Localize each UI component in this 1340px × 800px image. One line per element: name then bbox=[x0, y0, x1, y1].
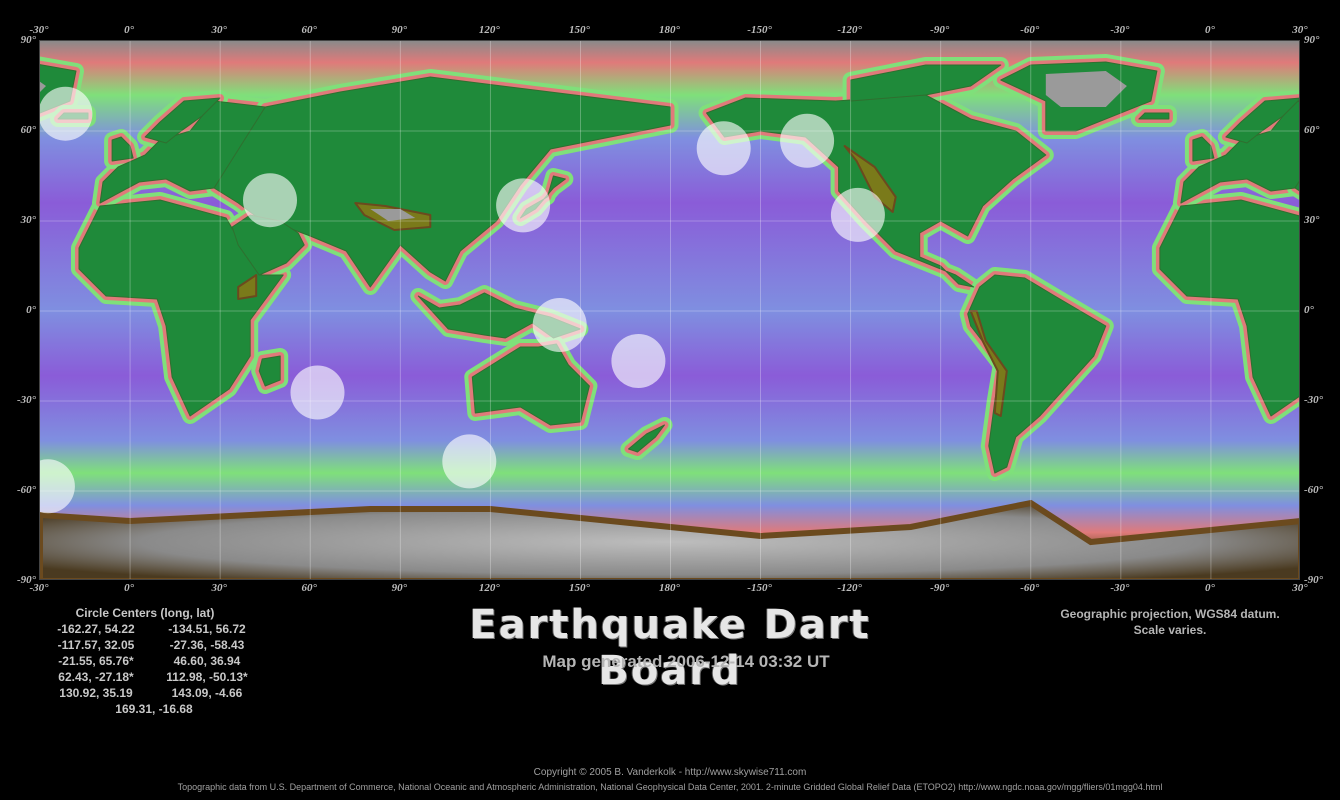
earthquake-circle-marker bbox=[496, 178, 551, 233]
map-canvas bbox=[40, 41, 1299, 579]
circle-center-cell: 143.09, -4.66 bbox=[171, 686, 243, 700]
top-axis-label: 150° bbox=[568, 24, 590, 36]
top-axis-label: -90° bbox=[930, 24, 950, 36]
right-axis-label: -90° bbox=[1304, 574, 1324, 586]
earthquake-circle-marker bbox=[532, 298, 587, 352]
circle-center-cell: 130.92, 35.19 bbox=[59, 686, 133, 700]
earthquake-circle-marker bbox=[696, 121, 751, 176]
data-source-line: Topographic data from U.S. Department of… bbox=[177, 782, 1163, 792]
bottom-axis-label: 120° bbox=[478, 582, 500, 594]
earthquake-circle-marker bbox=[442, 434, 497, 489]
top-axis-label: -120° bbox=[837, 24, 862, 36]
bottom-axis-label: -120° bbox=[837, 582, 862, 594]
scale-line: Scale varies. bbox=[1133, 623, 1207, 637]
top-axis-label: 0° bbox=[124, 24, 135, 36]
bottom-axis-label: -150° bbox=[747, 582, 772, 594]
left-axis-label: 90° bbox=[20, 34, 36, 46]
iceland-landmass bbox=[1138, 112, 1170, 120]
circle-center-cell: -134.51, 56.72 bbox=[168, 622, 246, 636]
circle-center-cell: 46.60, 36.94 bbox=[173, 654, 241, 668]
earthquake-circle-marker bbox=[243, 173, 297, 228]
right-axis-label: 30° bbox=[1304, 214, 1320, 226]
left-axis-label: 60° bbox=[20, 124, 36, 136]
map-title: Earthquake Dart Board bbox=[469, 602, 871, 694]
left-axis-label: 0° bbox=[26, 304, 36, 316]
bottom-axis-label: 0° bbox=[124, 582, 135, 594]
right-axis-label: -30° bbox=[1304, 394, 1324, 406]
circle-center-cell: 62.43, -27.18* bbox=[58, 670, 134, 684]
circle-center-cell: 112.98, -50.13* bbox=[166, 670, 248, 684]
bottom-axis-label: 60° bbox=[301, 582, 317, 594]
circle-center-cell: -162.27, 54.22 bbox=[57, 622, 135, 636]
right-axis-label: 0° bbox=[1304, 304, 1314, 316]
left-axis-label: -90° bbox=[16, 574, 36, 586]
earthquake-circle-marker bbox=[780, 113, 835, 168]
bottom-axis-label: -30° bbox=[1110, 582, 1130, 594]
top-axis-label: 180° bbox=[659, 24, 680, 36]
left-axis-label: -30° bbox=[16, 394, 36, 406]
bottom-axis-label: -90° bbox=[930, 582, 950, 594]
circle-center-cell: -117.57, 32.05 bbox=[57, 638, 135, 652]
circle-center-cell: -27.36, -58.43 bbox=[169, 638, 245, 652]
circle-centers-table: Circle Centers (long, lat) -162.27, 54.2… bbox=[40, 606, 280, 717]
copyright-line: Copyright © 2005 B. Vanderkolk - http://… bbox=[533, 767, 807, 778]
earthquake-circle-marker bbox=[290, 365, 345, 420]
top-axis-label: -150° bbox=[747, 24, 772, 36]
world-relief-map bbox=[39, 40, 1300, 580]
left-axis-label: 30° bbox=[20, 214, 36, 226]
right-axis-label: 60° bbox=[1304, 124, 1320, 136]
projection-note: Geographic projection, WGS84 datum. Scal… bbox=[1000, 606, 1340, 638]
left-axis-label: -60° bbox=[16, 484, 36, 496]
top-axis-label: -30° bbox=[1110, 24, 1130, 36]
map-generated-timestamp: Map generated 2006-12-14 03:32 UT bbox=[542, 652, 830, 671]
top-axis-label: -60° bbox=[1020, 24, 1040, 36]
circle-centers-rows: -162.27, 54.22 -134.51, 56.72 -117.57, 3… bbox=[40, 622, 280, 717]
earthquake-circle-marker bbox=[830, 187, 885, 242]
projection-line: Geographic projection, WGS84 datum. bbox=[1060, 607, 1280, 621]
bottom-axis-label: -60° bbox=[1020, 582, 1040, 594]
top-axis-label: 30° bbox=[211, 24, 227, 36]
top-axis-label: 90° bbox=[391, 24, 407, 36]
top-axis-label: 120° bbox=[478, 24, 500, 36]
bottom-axis-label: 0° bbox=[1204, 582, 1215, 594]
bottom-axis-label: 30° bbox=[211, 582, 227, 594]
circle-center-cell: -21.55, 65.76* bbox=[58, 654, 134, 668]
right-axis-label: 90° bbox=[1304, 34, 1320, 46]
circle-centers-header: Circle Centers (long, lat) bbox=[75, 606, 215, 620]
circle-center-cell: 169.31, -16.68 bbox=[115, 702, 193, 716]
bottom-axis-label: 150° bbox=[568, 582, 590, 594]
top-axis-label: 60° bbox=[301, 24, 317, 36]
right-axis-label: -60° bbox=[1304, 484, 1324, 496]
top-axis-label: 0° bbox=[1204, 24, 1215, 36]
bottom-axis-label: 90° bbox=[391, 582, 407, 594]
earthquake-circle-marker bbox=[40, 86, 93, 141]
earthquake-circle-marker bbox=[611, 334, 666, 388]
bottom-axis-label: 180° bbox=[659, 582, 680, 594]
